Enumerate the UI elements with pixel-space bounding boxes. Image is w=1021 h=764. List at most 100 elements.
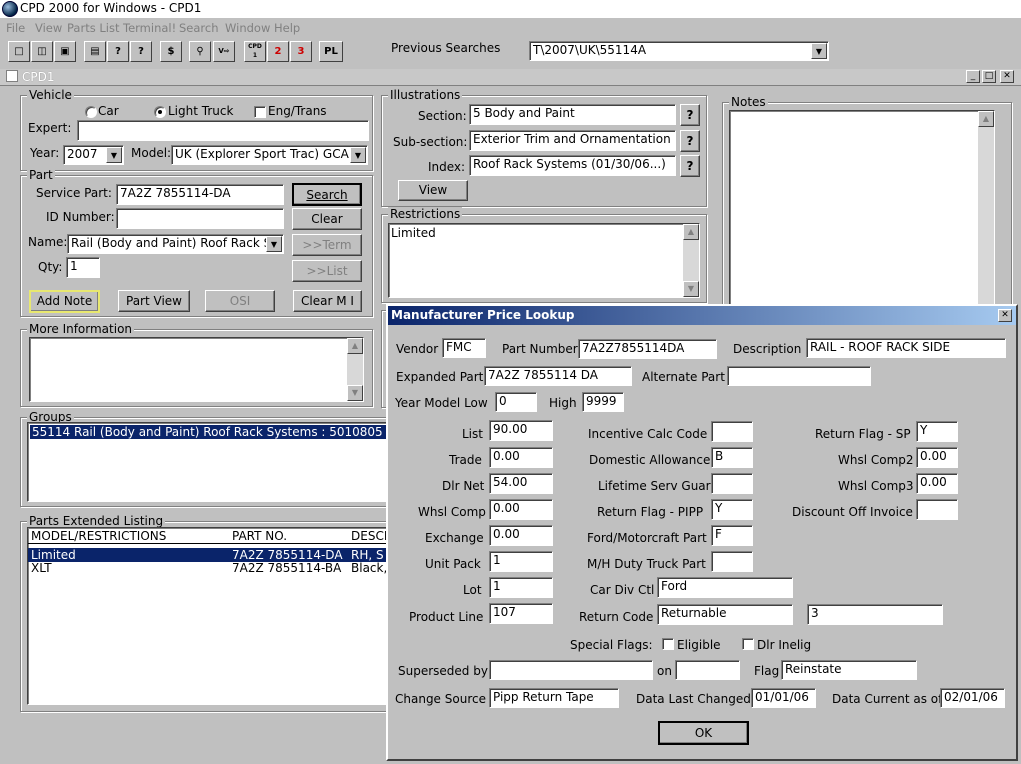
notes-scrollbar[interactable]: ▲ <box>978 111 994 304</box>
data-current-field[interactable]: 02/01/06 <box>940 688 1005 708</box>
section-field[interactable]: 5 Body and Paint <box>469 104 676 125</box>
chevron-down-icon[interactable]: ▼ <box>350 147 366 163</box>
menu-help[interactable]: Help <box>274 21 300 35</box>
save-icon[interactable]: ▣ <box>54 41 76 62</box>
scroll-down-icon[interactable]: ▼ <box>683 281 699 297</box>
table-row[interactable]: Limited 7A2Z 7855114-DA RH, S <box>28 548 396 562</box>
mh-duty-field[interactable] <box>711 551 753 572</box>
view-button[interactable]: View <box>398 180 468 201</box>
search-button[interactable]: Search <box>292 183 362 206</box>
chevron-down-icon[interactable]: ▼ <box>106 147 122 163</box>
return-code-2-field[interactable]: 3 <box>807 604 943 625</box>
qty-field[interactable]: 1 <box>66 257 100 278</box>
model-select[interactable]: UK (Explorer Sport Trac) GCA1 ▼ <box>171 145 368 165</box>
service-part-field[interactable]: 7A2Z 7855114-DA <box>116 184 284 205</box>
vehicle-icon[interactable]: V⇨ <box>213 41 235 62</box>
trade-field[interactable]: 0.00 <box>489 447 553 468</box>
scroll-up-icon[interactable]: ▲ <box>978 111 994 127</box>
ok-button[interactable]: OK <box>658 721 749 745</box>
return-flag-sp-field[interactable]: Y <box>916 421 958 442</box>
more-info-scrollbar[interactable]: ▲ ▼ <box>347 338 363 401</box>
term-button[interactable]: >>Term <box>292 234 362 256</box>
superseded-by-field[interactable] <box>489 660 653 680</box>
domestic-allowance-field[interactable]: B <box>711 447 753 468</box>
alternate-part-field[interactable] <box>727 366 871 386</box>
restrictions-scrollbar[interactable]: ▲ ▼ <box>683 224 699 297</box>
scroll-down-icon[interactable]: ▼ <box>347 385 363 401</box>
more-info-list[interactable]: ▲ ▼ <box>29 337 364 402</box>
price-button[interactable]: $ <box>160 41 182 62</box>
pl-button[interactable]: PL <box>319 41 343 62</box>
chevron-down-icon[interactable]: ▼ <box>266 236 282 252</box>
previous-searches-select[interactable]: T\2007\UK\55114A ▼ <box>529 41 829 61</box>
menu-file[interactable]: File <box>6 21 25 35</box>
whsl-comp3-field[interactable]: 0.00 <box>916 473 958 494</box>
product-line-field[interactable]: 107 <box>489 603 553 624</box>
year-select[interactable]: 2007 ▼ <box>63 145 124 165</box>
add-note-button[interactable]: Add Note <box>29 290 100 313</box>
magnifier-icon[interactable]: ⚲ <box>189 41 211 62</box>
subsection-help-button[interactable]: ? <box>680 130 700 152</box>
menu-view[interactable]: View <box>35 21 62 35</box>
high-field[interactable]: 9999 <box>582 392 624 412</box>
ford-motorcraft-field[interactable]: F <box>711 525 753 546</box>
description-field[interactable]: RAIL - ROOF RACK SIDE <box>806 338 1006 358</box>
flag-field[interactable]: Reinstate <box>781 660 917 680</box>
clear-button[interactable]: Clear <box>292 208 362 230</box>
incentive-calc-field[interactable] <box>711 421 753 442</box>
dlr-inelig-checkbox[interactable] <box>742 638 754 650</box>
light-truck-radio[interactable] <box>154 106 166 118</box>
lot-field[interactable]: 1 <box>489 577 553 598</box>
return-flag-pipp-field[interactable]: Y <box>711 499 753 520</box>
name-select[interactable]: Rail (Body and Paint) Roof Rack S ▼ <box>67 234 284 254</box>
index-help-button[interactable]: ? <box>680 155 700 177</box>
vendor-field[interactable]: FMC <box>442 338 486 358</box>
help-icon[interactable]: ? <box>107 41 129 62</box>
whsl-comp-field[interactable]: 0.00 <box>489 499 553 520</box>
unit-pack-field[interactable]: 1 <box>489 551 553 572</box>
expert-field[interactable] <box>77 120 369 141</box>
car-radio[interactable] <box>85 106 97 118</box>
expanded-part-field[interactable]: 7A2Z 7855114 DA <box>484 366 632 386</box>
data-last-changed-field[interactable]: 01/01/06 <box>751 688 816 708</box>
restrictions-list[interactable]: Limited ▲ ▼ <box>388 223 700 298</box>
dlr-net-field[interactable]: 54.00 <box>489 473 553 494</box>
list-field[interactable]: 90.00 <box>489 420 553 441</box>
col-model[interactable]: MODEL/RESTRICTIONS <box>31 529 166 543</box>
print-icon[interactable]: ▤ <box>84 41 106 62</box>
change-source-field[interactable]: Pipp Return Tape <box>489 688 619 708</box>
part-number-field[interactable]: 7A2Z7855114DA <box>578 339 717 359</box>
section-help-button[interactable]: ? <box>680 104 700 126</box>
groups-row[interactable]: 55114 Rail (Body and Paint) Roof Rack Sy… <box>30 425 396 439</box>
discount-off-invoice-field[interactable] <box>916 499 958 520</box>
part-view-button[interactable]: Part View <box>118 290 190 312</box>
minimize-icon[interactable]: _ <box>966 70 980 83</box>
eligible-checkbox[interactable] <box>662 638 674 650</box>
clear-mi-button[interactable]: Clear M I <box>293 290 362 312</box>
scroll-up-icon[interactable]: ▲ <box>347 338 363 354</box>
cpd-window-3-button[interactable]: 3 <box>290 41 312 62</box>
subsection-field[interactable]: Exterior Trim and Ornamentation <box>469 130 676 151</box>
car-div-ctl-field[interactable]: Ford <box>657 577 793 598</box>
dialog-close-icon[interactable]: ✕ <box>998 309 1012 322</box>
lifetime-serv-field[interactable] <box>711 473 753 494</box>
exchange-field[interactable]: 0.00 <box>489 525 553 546</box>
eng-trans-checkbox[interactable] <box>254 106 266 118</box>
chevron-down-icon[interactable]: ▼ <box>811 43 827 59</box>
close-icon[interactable]: ✕ <box>1000 70 1014 83</box>
cpd-window-1-button[interactable]: CPD 1 <box>244 41 266 62</box>
scroll-up-icon[interactable]: ▲ <box>683 224 699 240</box>
col-part-no[interactable]: PART NO. <box>232 529 287 543</box>
year-model-low-field[interactable]: 0 <box>495 392 537 412</box>
list-button[interactable]: >>List <box>292 260 362 282</box>
on-field[interactable] <box>675 660 740 680</box>
table-row[interactable]: XLT 7A2Z 7855114-BA Black, <box>28 561 396 575</box>
osi-button[interactable]: OSI <box>205 290 275 312</box>
context-help-icon[interactable]: ? <box>130 41 152 62</box>
notes-area[interactable]: ▲ <box>729 110 995 305</box>
maximize-icon[interactable]: □ <box>982 70 996 83</box>
menu-parts-list[interactable]: Parts List <box>67 21 119 35</box>
return-code-field[interactable]: Returnable <box>657 604 793 625</box>
open-folder-icon[interactable]: ◫ <box>31 41 53 62</box>
cpd-window-2-button[interactable]: 2 <box>267 41 289 62</box>
